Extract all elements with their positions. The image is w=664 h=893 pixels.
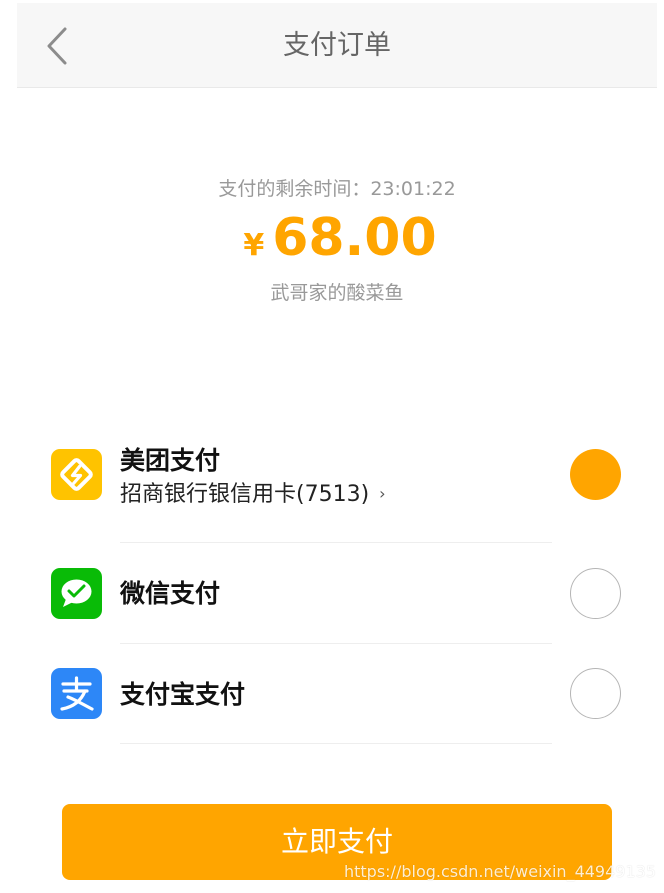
payment-countdown: 支付的剩余时间：23:01:22 [0, 176, 664, 202]
watermark-text: https://blog.csdn.net/weixin_44949135 [343, 862, 656, 881]
payment-option-wechat[interactable]: 微信支付 [0, 543, 664, 643]
payment-option-meituan[interactable]: 美团支付 招商银行银信用卡(7513) › [0, 440, 664, 542]
page-title: 支付订单 [283, 30, 391, 61]
payment-card-selector[interactable]: 招商银行银信用卡(7513) › [120, 479, 386, 510]
card-label: 招商银行银信用卡(7513) [120, 482, 370, 507]
chevron-right-icon: › [379, 484, 386, 503]
merchant-name: 武哥家的酸菜鱼 [270, 282, 404, 304]
alipay-icon [51, 668, 102, 719]
radio-unselected[interactable] [570, 568, 621, 619]
payment-option-alipay[interactable]: 支付宝支付 [0, 644, 664, 744]
payment-name: 美团支付 [120, 446, 221, 475]
payment-name: 微信支付 [120, 579, 221, 608]
radio-selected[interactable] [570, 449, 621, 500]
countdown-value: 23:01:22 [370, 178, 456, 200]
currency-symbol: ¥ [243, 228, 265, 263]
order-amount: ¥68.00 [0, 208, 664, 268]
divider [120, 743, 552, 744]
radio-unselected[interactable] [570, 668, 621, 719]
amount-value: 68.00 [272, 208, 437, 268]
countdown-label: 支付的剩余时间： [218, 178, 371, 200]
meituan-pay-icon [51, 449, 102, 500]
top-nav-bar: 支付订单 [17, 3, 657, 88]
wechat-pay-icon [51, 568, 102, 619]
payment-name: 支付宝支付 [120, 680, 246, 709]
